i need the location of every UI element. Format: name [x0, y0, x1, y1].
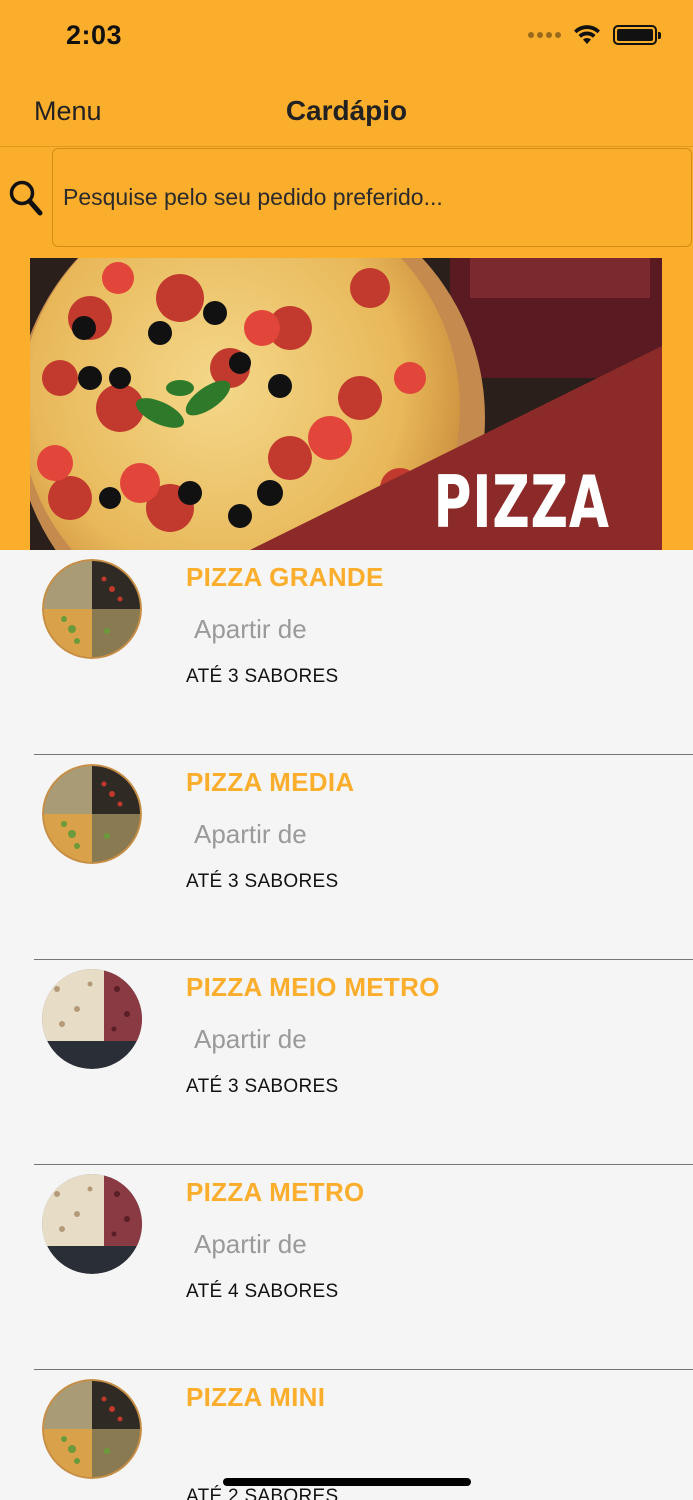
search-icon[interactable]	[8, 178, 44, 218]
item-name: PIZZA GRANDE	[186, 562, 384, 592]
status-bar: 2:03	[0, 0, 693, 75]
item-price-label: Apartir de	[194, 1229, 307, 1259]
item-flavors: ATÉ 2 SABORES	[186, 1486, 339, 1500]
promo-banner[interactable]: PIZZA	[30, 258, 662, 550]
item-price-label: Apartir de	[194, 819, 307, 849]
item-flavors: ATÉ 4 SABORES	[186, 1281, 339, 1302]
item-flavors: ATÉ 3 SABORES	[186, 1076, 339, 1097]
banner-title: PIZZA	[433, 460, 610, 544]
pizza-thumbnail	[42, 969, 142, 1069]
status-icons	[528, 24, 661, 46]
pizza-thumbnail	[42, 764, 142, 864]
navigation-bar: Menu Cardápio	[0, 75, 693, 147]
item-price-label: Apartir de	[194, 614, 307, 644]
item-name: PIZZA METRO	[186, 1177, 365, 1207]
home-indicator[interactable]	[223, 1478, 471, 1486]
menu-item[interactable]: PIZZA MEIO METRO Apartir de ATÉ 3 SABORE…	[0, 960, 693, 1165]
search-input[interactable]	[63, 149, 678, 246]
page-title: Cardápio	[285, 95, 408, 126]
menu-item[interactable]: PIZZA GRANDE Apartir de ATÉ 3 SABORES	[0, 550, 693, 755]
status-time: 2:03	[66, 20, 123, 50]
item-name: PIZZA MEIO METRO	[186, 972, 440, 1002]
battery-icon	[613, 25, 661, 45]
wifi-icon	[574, 25, 600, 44]
item-name: PIZZA MINI	[186, 1382, 326, 1412]
pizza-thumbnail	[42, 559, 142, 659]
menu-item[interactable]: PIZZA MEDIA Apartir de ATÉ 3 SABORES	[0, 755, 693, 960]
item-flavors: ATÉ 3 SABORES	[186, 871, 339, 892]
menu-item[interactable]: PIZZA METRO Apartir de ATÉ 4 SABORES	[0, 1165, 693, 1370]
item-name: PIZZA MEDIA	[186, 767, 355, 797]
signal-icon	[528, 32, 561, 38]
pizza-thumbnail	[42, 1174, 142, 1274]
search-field[interactable]	[52, 148, 692, 247]
item-flavors: ATÉ 3 SABORES	[186, 666, 339, 687]
item-price-label: Apartir de	[194, 1024, 307, 1054]
pizza-thumbnail	[42, 1379, 142, 1479]
